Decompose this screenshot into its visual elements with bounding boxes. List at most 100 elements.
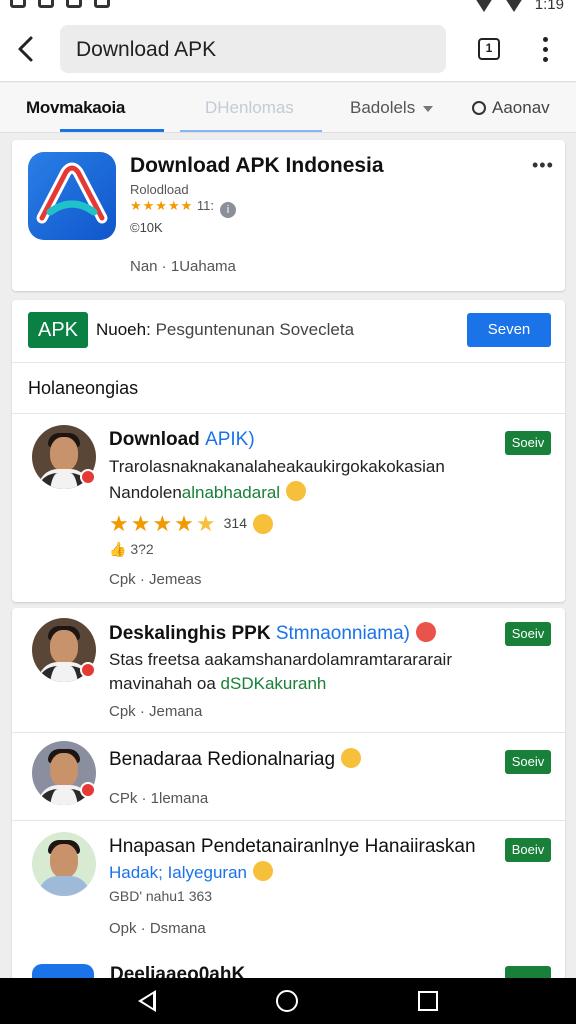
review-author-tag: Stmnaonniama) xyxy=(275,623,410,644)
review-text-line-1: Stas freetsa aakamshanardolamramtararara… xyxy=(109,650,452,669)
app-meta: Nan · 1Uahama xyxy=(130,258,236,275)
review-author: Download APIK) xyxy=(109,429,255,451)
review-meta: Cpk · Jemana xyxy=(109,703,203,720)
more-horizontal-icon[interactable]: ••• xyxy=(532,156,554,174)
tab-4[interactable]: Aaonav xyxy=(472,98,550,118)
emoji-icon xyxy=(252,514,273,534)
review-author-name: Benadaraa Redionalnariag xyxy=(109,749,336,770)
heart-emoji-icon xyxy=(415,622,436,642)
review-text-line-1: Hadak; Ialyeguran xyxy=(109,861,273,883)
search-input[interactable]: Download APK xyxy=(60,25,446,73)
more-vertical-icon-dot xyxy=(543,47,548,52)
tab-switcher-button[interactable]: 1 xyxy=(478,38,500,60)
review-stars: ★★★★★ 314 xyxy=(109,511,273,537)
review-stats: GBD' nahu1 363 xyxy=(109,888,213,904)
search-query: Download APK xyxy=(76,38,217,61)
nav-back-icon-inner xyxy=(142,994,153,1008)
divider xyxy=(12,820,565,821)
back-button[interactable] xyxy=(12,32,42,66)
review-author-name: Deskalinghis PPK xyxy=(109,623,271,644)
app-rating: ★★★★★ 11: i xyxy=(130,198,237,218)
signal-icon xyxy=(504,0,523,12)
verified-badge-icon xyxy=(80,469,96,485)
save-chip[interactable]: Soeiv xyxy=(505,750,551,774)
more-vertical-icon xyxy=(543,37,548,42)
review-meta: Cpk · Jemeas xyxy=(109,571,202,588)
screen: 1:19 Download APK 1 Movmakaoia DHenlomas… xyxy=(0,0,576,1024)
emoji-icon xyxy=(286,481,307,501)
review-text-highlight: dSDKakuranh xyxy=(220,674,327,693)
nav-home-icon[interactable] xyxy=(276,990,298,1012)
notification-icon xyxy=(66,0,82,8)
divider xyxy=(12,362,565,363)
divider xyxy=(12,413,565,414)
avatar-face xyxy=(50,437,78,471)
review-text-line-2: mavinahah oa dSDKakuranh xyxy=(109,674,326,694)
browser-toolbar: Download APK 1 xyxy=(0,16,576,82)
app-rating-value: 11: xyxy=(196,198,215,213)
tab-indicator xyxy=(180,130,322,132)
review-author-tag: APIK) xyxy=(205,429,255,450)
tab-3-dropdown[interactable]: Badolels xyxy=(350,98,434,118)
emoji-icon xyxy=(252,861,273,881)
app-logo-icon xyxy=(28,152,116,240)
avatar-face xyxy=(50,753,78,787)
review-author-name: Download xyxy=(109,429,200,450)
app-downloads: ©10K xyxy=(130,220,163,235)
active-tab-indicator xyxy=(60,129,164,132)
star-rating-icon: ★★★★ xyxy=(109,511,196,536)
review-text-prefix: mavinahah oa xyxy=(109,674,216,693)
verified-badge-icon xyxy=(80,662,96,678)
tab-1[interactable]: Movmakaoia xyxy=(26,98,125,118)
review-text-highlight: alnabhadaral xyxy=(181,483,281,502)
filter-label-rest: Pesguntenunan Sovecleta xyxy=(155,320,355,339)
review-author: Benadaraa Redionalnariag xyxy=(109,748,362,771)
review-text-prefix: Nandolen xyxy=(109,483,182,502)
radio-icon xyxy=(472,101,486,115)
tab-2[interactable]: DHenlomas xyxy=(205,98,294,118)
info-icon[interactable]: i xyxy=(220,202,237,218)
divider xyxy=(12,732,565,733)
review-rating-count: 314 xyxy=(223,515,247,531)
review-author: Deskalinghis PPK Stmnaonniama) xyxy=(109,622,436,645)
avatar-face xyxy=(50,630,78,664)
tab-3-label: Badolels xyxy=(350,98,416,117)
app-logo-graphic xyxy=(36,162,108,224)
review-text-line-1: Trarolasnaknakanalaheakaukirgokakokasian xyxy=(109,457,445,476)
save-chip[interactable]: Boeiv xyxy=(505,838,551,862)
clock: 1:19 xyxy=(534,0,564,13)
star-rating-icon: ★★★★★ xyxy=(130,198,194,213)
notification-icons xyxy=(10,0,110,8)
verified-badge-icon xyxy=(80,782,96,798)
section-title: Holaneongias xyxy=(28,378,139,398)
notification-icon xyxy=(94,0,110,8)
tab-4-label: Aaonav xyxy=(492,98,550,117)
reviews-card: APK Nuoeh: Pesguntenunan Sovecleta Seven… xyxy=(12,300,565,602)
app-card[interactable]: Download APK Indonesia Rolodload ★★★★★ 1… xyxy=(12,140,565,291)
status-icons: 1:19 xyxy=(474,0,564,13)
save-chip[interactable]: Soeiv xyxy=(505,622,551,646)
review-meta: Opk · Dsmana xyxy=(109,920,206,937)
avatar-face xyxy=(50,844,78,878)
avatar xyxy=(32,832,96,896)
arrow-left-icon xyxy=(18,36,33,62)
review-list-card: Deskalinghis PPK Stmnaonniama) Stas free… xyxy=(12,608,565,980)
app-developer: Rolodload xyxy=(130,182,189,197)
save-button[interactable]: Seven xyxy=(467,313,551,347)
filter-label-bold: Nuoeh: xyxy=(96,320,151,339)
notification-icon xyxy=(38,0,54,8)
overflow-menu-button[interactable] xyxy=(536,36,556,64)
apk-badge: APK xyxy=(28,312,88,348)
review-text-line-2: Nandolenalnabhadaral xyxy=(109,481,307,503)
app-title: Download APK Indonesia xyxy=(130,154,384,177)
review-meta: CPk · 1lemana xyxy=(109,790,209,807)
emoji-icon xyxy=(341,748,362,768)
review-author: Hnapasan Pendetanairanlnye Hanaiiraskan xyxy=(109,836,476,857)
save-chip[interactable]: Soeiv xyxy=(505,431,551,455)
system-nav-bar xyxy=(0,978,576,1024)
chevron-down-icon xyxy=(423,105,434,112)
tab-strip: Movmakaoia DHenlomas Badolels Aaonav xyxy=(0,83,576,133)
nav-recents-icon[interactable] xyxy=(418,991,438,1011)
status-bar: 1:19 xyxy=(0,0,576,16)
review-text-highlight: Hadak; Ialyeguran xyxy=(109,863,247,882)
